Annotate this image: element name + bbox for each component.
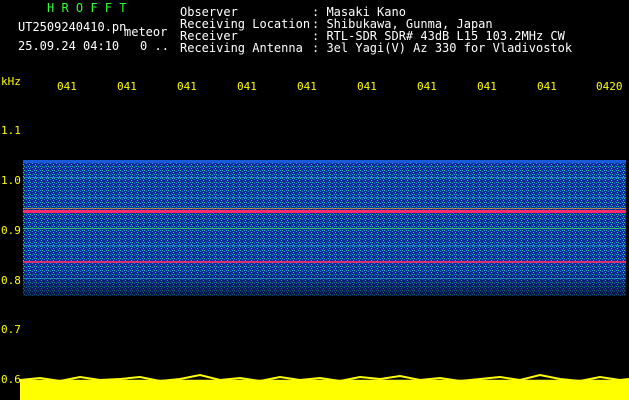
x-tick-label: 0420 bbox=[596, 80, 623, 93]
x-tick-label: 041 bbox=[297, 80, 317, 93]
carrier-line bbox=[23, 210, 626, 213]
x-tick-label: 041 bbox=[537, 80, 557, 93]
faint-line bbox=[23, 177, 626, 178]
carrier-line-glow bbox=[23, 208, 626, 209]
amplitude-trace bbox=[20, 380, 629, 400]
x-tick-label: 041 bbox=[177, 80, 197, 93]
meteor-label: meteor bbox=[124, 25, 168, 39]
carrier-line bbox=[23, 261, 626, 263]
x-tick-label: 041 bbox=[117, 80, 137, 93]
y-tick-label: 1.0 bbox=[1, 174, 21, 187]
faint-line bbox=[23, 197, 626, 198]
faint-line bbox=[23, 278, 626, 279]
faint-line bbox=[23, 228, 626, 229]
image-filename: UT2509240410.pn bbox=[18, 20, 127, 34]
antenna-value: : 3el Yagi(V) Az 330 for Vladivostok bbox=[312, 41, 573, 55]
noise-band-top-edge bbox=[23, 160, 626, 163]
y-tick-label: 0.6 bbox=[1, 373, 21, 386]
app-title: H R O F F T bbox=[47, 1, 127, 15]
x-tick-label: 041 bbox=[357, 80, 377, 93]
y-tick-label: 1.1 bbox=[1, 124, 21, 137]
y-tick-label: 0.9 bbox=[1, 224, 21, 237]
y-tick-label: 0.8 bbox=[1, 274, 21, 287]
observation-datetime: 25.09.24 04:10 bbox=[18, 39, 120, 53]
y-axis-unit: kHz bbox=[1, 75, 21, 88]
x-tick-label: 041 bbox=[237, 80, 257, 93]
x-tick-label: 041 bbox=[477, 80, 497, 93]
x-tick-label: 041 bbox=[57, 80, 77, 93]
spectrogram-plot bbox=[20, 160, 629, 400]
y-tick-label: 0.7 bbox=[1, 323, 21, 336]
meteor-count: 0 .. bbox=[140, 39, 169, 53]
noise-band-edge bbox=[23, 270, 626, 296]
faint-line bbox=[23, 245, 626, 246]
x-tick-label: 041 bbox=[417, 80, 437, 93]
antenna-label: Receiving Antenna bbox=[180, 41, 303, 55]
